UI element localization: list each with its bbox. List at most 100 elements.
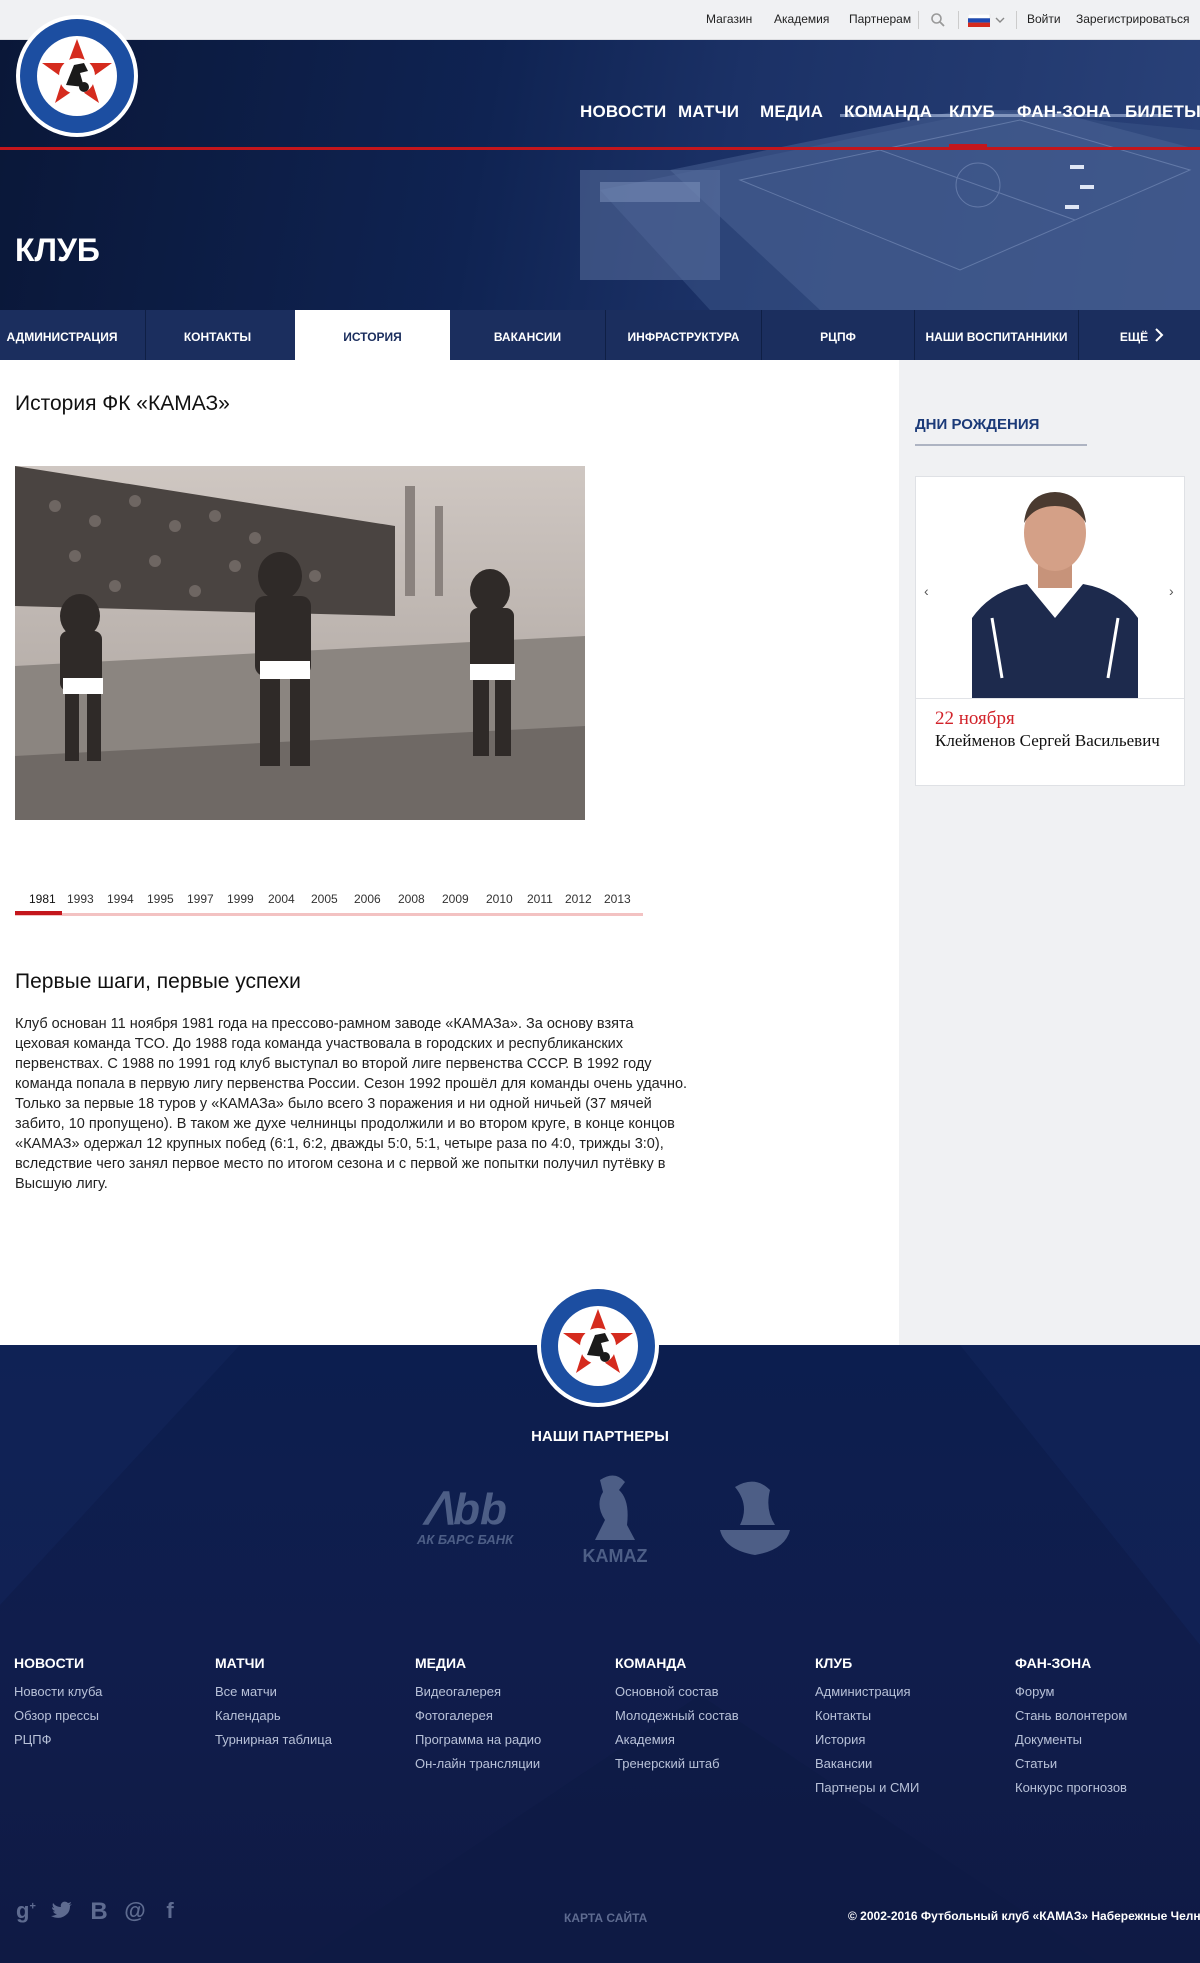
year-tab-2010[interactable]: 2010 bbox=[486, 892, 513, 906]
nav-matches[interactable]: МАТЧИ bbox=[678, 102, 739, 122]
divider bbox=[958, 11, 959, 29]
email-at-icon[interactable]: @ bbox=[123, 1898, 147, 1923]
chevron-right-icon[interactable]: › bbox=[1169, 583, 1174, 599]
partners-link[interactable]: Партнерам bbox=[849, 12, 911, 26]
google-plus-icon[interactable]: g+ bbox=[14, 1898, 38, 1923]
year-tab-1999[interactable]: 1999 bbox=[227, 892, 254, 906]
history-photo[interactable] bbox=[15, 466, 585, 820]
birthday-card: ‹ › 22 ноября Клейменов Сергей Васильеви… bbox=[915, 476, 1185, 786]
subnav-graduates[interactable]: НАШИ ВОСПИТАННИКИ bbox=[915, 310, 1078, 360]
footer-link[interactable]: Все матчи bbox=[215, 1684, 277, 1699]
language-selector[interactable] bbox=[967, 13, 1008, 28]
subnav-more[interactable]: ЕЩЁ bbox=[1118, 310, 1150, 360]
footer-link[interactable]: Конкурс прогнозов bbox=[1015, 1780, 1127, 1795]
copyright: © 2002-2016 Футбольный клуб «КАМАЗ» Набе… bbox=[848, 1909, 1200, 1923]
year-tab-2009[interactable]: 2009 bbox=[442, 892, 469, 906]
footer-link[interactable]: Вакансии bbox=[815, 1756, 872, 1771]
subnav-vacancies[interactable]: ВАКАНСИИ bbox=[450, 310, 605, 360]
footer-link[interactable]: Администрация bbox=[815, 1684, 911, 1699]
footer-link[interactable]: Контакты bbox=[815, 1708, 871, 1723]
footer-news-title[interactable]: НОВОСТИ bbox=[14, 1655, 84, 1671]
footer-link[interactable]: Форум bbox=[1015, 1684, 1055, 1699]
birthday-name[interactable]: Клейменов Сергей Васильевич bbox=[935, 731, 1165, 751]
footer-club-title[interactable]: КЛУБ bbox=[815, 1655, 852, 1671]
chevron-right-icon[interactable] bbox=[1153, 328, 1165, 342]
vkontakte-icon[interactable]: B bbox=[87, 1898, 111, 1925]
search-icon[interactable] bbox=[930, 12, 946, 28]
divider bbox=[918, 11, 919, 29]
partners-title: НАШИ ПАРТНЕРЫ bbox=[531, 1428, 669, 1445]
ak-bars-bank-logo[interactable]: ᐱbb АК БАРС БАНК bbox=[405, 1488, 525, 1550]
academy-link[interactable]: Академия bbox=[774, 12, 829, 26]
subnav-contacts[interactable]: КОНТАКТЫ bbox=[146, 310, 289, 360]
footer-club-logo[interactable] bbox=[535, 1283, 661, 1409]
footer-link[interactable]: История bbox=[815, 1732, 865, 1747]
footer-link[interactable]: РЦПФ bbox=[14, 1732, 52, 1747]
footer-link[interactable]: Статьи bbox=[1015, 1756, 1057, 1771]
year-tab-1997[interactable]: 1997 bbox=[187, 892, 214, 906]
year-tab-2013[interactable]: 2013 bbox=[604, 892, 631, 906]
svg-text:АК БАРС БАНК: АК БАРС БАНК bbox=[416, 1532, 514, 1547]
footer-link[interactable]: Основной состав bbox=[615, 1684, 719, 1699]
footer-link[interactable]: Стань волонтером bbox=[1015, 1708, 1127, 1723]
chevron-left-icon[interactable]: ‹ bbox=[924, 583, 929, 599]
divider bbox=[915, 444, 1087, 446]
nav-club[interactable]: КЛУБ bbox=[949, 102, 995, 122]
register-link[interactable]: Зарегистрироваться bbox=[1076, 12, 1189, 26]
kamaz-logo[interactable]: KAMAZ bbox=[575, 1470, 655, 1568]
birthday-date: 22 ноября bbox=[935, 708, 1015, 729]
footer-link[interactable]: Видеогалерея bbox=[415, 1684, 501, 1699]
year-tab-1995[interactable]: 1995 bbox=[147, 892, 174, 906]
nav-media[interactable]: МЕДИА bbox=[760, 102, 823, 122]
footer-matches-title[interactable]: МАТЧИ bbox=[215, 1655, 265, 1671]
nav-tickets[interactable]: БИЛЕТЫ bbox=[1125, 102, 1200, 122]
active-year-indicator bbox=[15, 911, 62, 915]
year-tab-1981[interactable]: 1981 bbox=[29, 892, 56, 906]
year-tab-2006[interactable]: 2006 bbox=[354, 892, 381, 906]
year-tab-1994[interactable]: 1994 bbox=[107, 892, 134, 906]
subnav-administration[interactable]: АДМИНИСТРАЦИЯ bbox=[0, 310, 124, 360]
nav-news[interactable]: НОВОСТИ bbox=[580, 102, 666, 122]
footer-link[interactable]: Фотогалерея bbox=[415, 1708, 493, 1723]
footer-link[interactable]: Тренерский штаб bbox=[615, 1756, 720, 1771]
header-red-line bbox=[0, 147, 1200, 150]
nav-fanzone[interactable]: ФАН-ЗОНА bbox=[1017, 102, 1111, 122]
footer-link[interactable]: Программа на радио bbox=[415, 1732, 541, 1747]
footer-link[interactable]: Партнеры и СМИ bbox=[815, 1780, 919, 1795]
year-tab-1993[interactable]: 1993 bbox=[67, 892, 94, 906]
subnav-history[interactable]: ИСТОРИЯ bbox=[295, 310, 450, 360]
history-text: Клуб основан 11 ноября 1981 года на прес… bbox=[15, 1016, 688, 1192]
footer-link[interactable]: Он-лайн трансляции bbox=[415, 1756, 540, 1771]
footer-link[interactable]: Турнирная таблица bbox=[215, 1732, 332, 1747]
shop-link[interactable]: Магазин bbox=[706, 12, 752, 26]
year-tab-2008[interactable]: 2008 bbox=[398, 892, 425, 906]
footer-link[interactable]: Календарь bbox=[215, 1708, 281, 1723]
twitter-icon[interactable] bbox=[50, 1898, 74, 1922]
club-logo[interactable] bbox=[14, 13, 140, 139]
subnav-rcpf[interactable]: РЦПФ bbox=[762, 310, 914, 360]
svg-text:KAMAZ: KAMAZ bbox=[583, 1546, 648, 1566]
nav-team[interactable]: КОМАНДА bbox=[844, 102, 932, 122]
footer-link[interactable]: Обзор прессы bbox=[14, 1708, 99, 1723]
sitemap-link[interactable]: КАРТА САЙТА bbox=[564, 1911, 647, 1925]
footer-link[interactable]: Документы bbox=[1015, 1732, 1082, 1747]
hero-banner: НОВОСТИ МАТЧИ МЕДИА КОМАНДА КЛУБ ФАН-ЗОН… bbox=[0, 40, 1200, 310]
club-subnavigation: АДМИНИСТРАЦИЯ КОНТАКТЫ ИСТОРИЯ ВАКАНСИИ … bbox=[0, 310, 1200, 360]
subnav-infrastructure[interactable]: ИНФРАСТРУКТУРА bbox=[606, 310, 761, 360]
footer-fanzone-title[interactable]: ФАН-ЗОНА bbox=[1015, 1655, 1091, 1671]
login-link[interactable]: Войти bbox=[1027, 12, 1061, 26]
year-tab-2012[interactable]: 2012 bbox=[565, 892, 592, 906]
ship-emblem-logo[interactable] bbox=[715, 1475, 795, 1563]
footer-link[interactable]: Молодежный состав bbox=[615, 1708, 739, 1723]
history-years-timeline: 1981 1993 1994 1995 1997 1999 2004 2005 … bbox=[15, 882, 643, 916]
footer-link[interactable]: Новости клуба bbox=[14, 1684, 102, 1699]
facebook-icon[interactable]: f bbox=[158, 1898, 182, 1923]
stadium-background-image bbox=[580, 110, 1200, 310]
footer-media-title[interactable]: МЕДИА bbox=[415, 1655, 466, 1671]
year-tab-2004[interactable]: 2004 bbox=[268, 892, 295, 906]
year-tab-2005[interactable]: 2005 bbox=[311, 892, 338, 906]
top-utility-bar: Магазин Академия Партнерам Войти Зарегис… bbox=[0, 0, 1200, 40]
year-tab-2011[interactable]: 2011 bbox=[527, 892, 553, 906]
footer-team-title[interactable]: КОМАНДА bbox=[615, 1655, 686, 1671]
footer-link[interactable]: Академия bbox=[615, 1732, 675, 1747]
